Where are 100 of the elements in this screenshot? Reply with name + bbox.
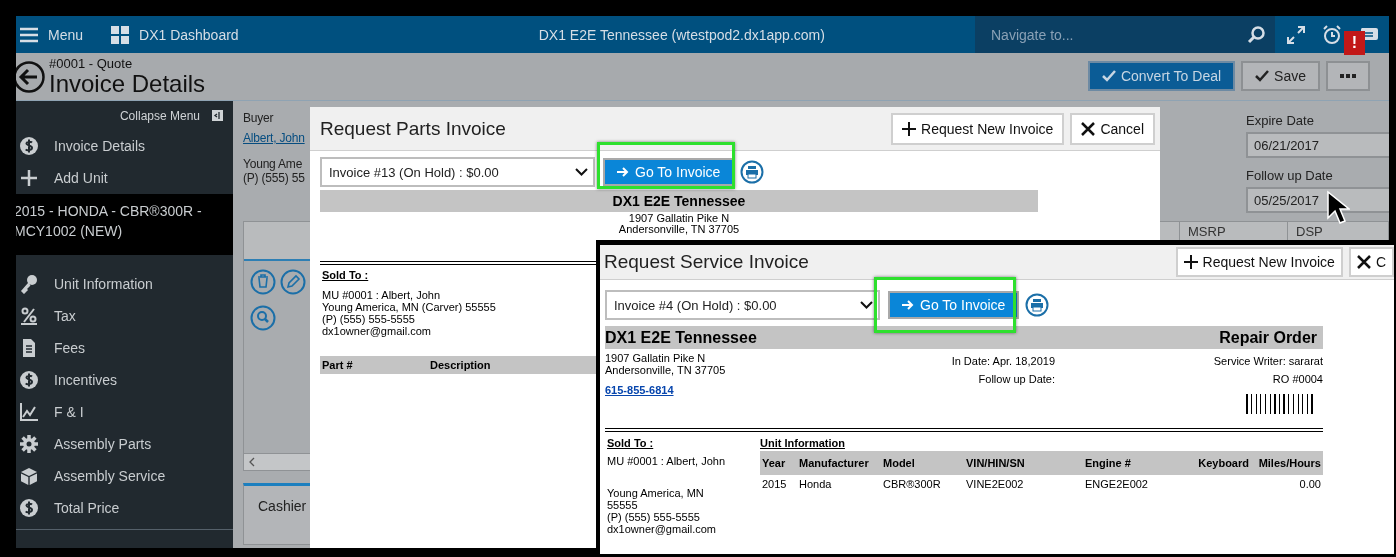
expand-icon[interactable] [1287, 25, 1305, 44]
print-icon[interactable] [740, 160, 765, 184]
address-line: 1907 Gallatin Pike N [605, 352, 707, 364]
percent-icon [19, 306, 39, 326]
sidebar-link[interactable]: Tax [54, 308, 76, 324]
go-to-invoice-button[interactable]: Go To Invoice [888, 291, 1020, 319]
search-icon[interactable] [1247, 25, 1265, 44]
search-field[interactable]: Navigate to... [975, 16, 1275, 53]
column-header: Keyboard [1180, 451, 1251, 475]
table-cell-text: 0.00 [1298, 477, 1322, 492]
back-icon[interactable] [16, 60, 45, 93]
collapse-menu-link[interactable]: Collapse Menu [119, 108, 200, 123]
save-button[interactable]: Save [1241, 61, 1320, 91]
customer-detail: 55555 [607, 499, 638, 511]
more-icon [1340, 74, 1356, 78]
plus-icon [902, 121, 917, 136]
customer-detail: Young America, MN (Carver) 55555 [322, 301, 496, 313]
date-text: Follow up Date: [977, 372, 1055, 387]
page-title: Invoice Details [49, 70, 206, 97]
invoice-dropdown[interactable]: Invoice #13 (On Hold) : $0.00 [320, 157, 595, 187]
request-new-invoice-button[interactable]: Request New Invoice [891, 112, 1065, 145]
ro-number: RO #0004 [1272, 372, 1323, 387]
key-icon [19, 274, 39, 294]
date-field[interactable]: 06/21/2017 [1246, 132, 1389, 158]
address-line: Andersonville, TN 37705 [618, 224, 740, 235]
print-icon[interactable] [1025, 293, 1050, 317]
customer-detail: dx1owner@gmail.com [607, 523, 716, 535]
buyer-detail: Young Ame [243, 157, 304, 171]
service-writer: Service Writer: sararat [1213, 354, 1323, 369]
column-header: Miles/Hours [1251, 451, 1323, 475]
plus-icon [19, 168, 39, 188]
customer-detail: (P) (555) 555-5555 [322, 313, 415, 325]
sold-to-label: Sold To : [322, 269, 369, 281]
address-line: Andersonville, TN 37705 [605, 364, 727, 376]
more-button[interactable] [1326, 61, 1370, 91]
column-header: Engine # [1083, 451, 1180, 475]
phone-link[interactable]: 615-855-6814 [605, 384, 674, 396]
convert-button[interactable]: Convert To Deal [1087, 61, 1236, 91]
date-label: Expire Date [1246, 113, 1315, 128]
column-header: Model [881, 451, 964, 475]
chevron-down-icon [575, 168, 588, 176]
column-header: VIN/HIN/SN [964, 451, 1083, 475]
menu-icon[interactable] [20, 26, 38, 43]
sidebar-link[interactable]: Invoice Details [54, 138, 146, 154]
sidebar-link[interactable]: Add Unit [54, 170, 108, 186]
date-field[interactable]: 05/25/2017 [1246, 187, 1389, 213]
search-input[interactable]: Navigate to... [989, 25, 1247, 44]
table-cell-text: Honda [798, 477, 833, 492]
alert-badge: ! [1344, 31, 1365, 55]
quote-number: #0001 - Quote [49, 56, 134, 71]
dealer-name: DX1 E2E Tennessee [612, 193, 746, 209]
chevron-down-icon [860, 301, 873, 309]
dollar-icon [19, 498, 39, 518]
sidebar-link[interactable]: Assembly Service [54, 468, 166, 484]
alarm-clock-icon[interactable] [1322, 24, 1342, 45]
cancel-button[interactable]: Cancel [1070, 112, 1155, 145]
column-header: Part # [322, 359, 354, 371]
cube-icon [19, 466, 39, 486]
sidebar-link[interactable]: Incentives [54, 372, 118, 388]
buyer-detail: (P) (555) 55 [243, 171, 306, 185]
dialog-title: Request Parts Invoice [320, 117, 506, 140]
sidebar-link[interactable]: Fees [54, 340, 86, 356]
customer-detail: (P) (555) 555-5555 [607, 511, 700, 523]
column-header: Year [760, 451, 797, 475]
customer-detail: Young America, MN [607, 487, 704, 499]
dealer-name: DX1 E2E Tennessee [605, 328, 757, 347]
address-line: 1907 Gallatin Pike N [628, 213, 730, 224]
column-header: Manufacturer [797, 451, 881, 475]
date-text: In Date: Apr. 18,2019 [950, 354, 1055, 369]
unit-info-label: Unit Information [760, 437, 845, 449]
sidebar-link[interactable]: Assembly Parts [54, 436, 152, 452]
dashboard-link[interactable]: DX1 Dashboard [139, 26, 239, 43]
dialog-title: Request Service Invoice [604, 251, 809, 273]
collapse-icon[interactable] [212, 110, 223, 121]
request-new-invoice-button[interactable]: Request New Invoice [1175, 247, 1343, 277]
dashboard-icon[interactable] [111, 25, 130, 44]
customer-detail: MU #0001 : Albert, John [322, 289, 440, 301]
menu-label[interactable]: Menu [48, 26, 84, 43]
check-icon [1255, 70, 1270, 82]
sidebar-link[interactable]: Unit Information [54, 276, 153, 292]
customer-detail: dx1owner@gmail.com [322, 325, 431, 337]
buyer-link[interactable]: Albert, John [243, 131, 310, 145]
dollar-icon [19, 136, 39, 156]
sidebar-link[interactable]: F & I [54, 404, 84, 420]
mouse-cursor-icon [1326, 190, 1350, 226]
plus-icon [1183, 255, 1198, 269]
cancel-button[interactable]: C [1348, 247, 1394, 277]
chart-icon [19, 402, 39, 422]
buyer-label: Buyer [243, 111, 275, 125]
close-icon [1081, 121, 1096, 136]
sold-to-label: Sold To : [607, 437, 654, 449]
gear-icon [19, 434, 39, 454]
close-icon [1356, 255, 1371, 269]
scroll-left-icon[interactable] [248, 457, 256, 467]
customer-detail: MU #0001 : Albert, John [607, 455, 725, 467]
table-cell-text: 2015 [761, 477, 788, 492]
table-cell-text: ENGE2E002 [1084, 477, 1149, 492]
sidebar-link[interactable]: Total Price [54, 500, 120, 516]
table-cell-text: VINE2E002 [965, 477, 1025, 492]
arrow-right-icon [902, 300, 914, 310]
